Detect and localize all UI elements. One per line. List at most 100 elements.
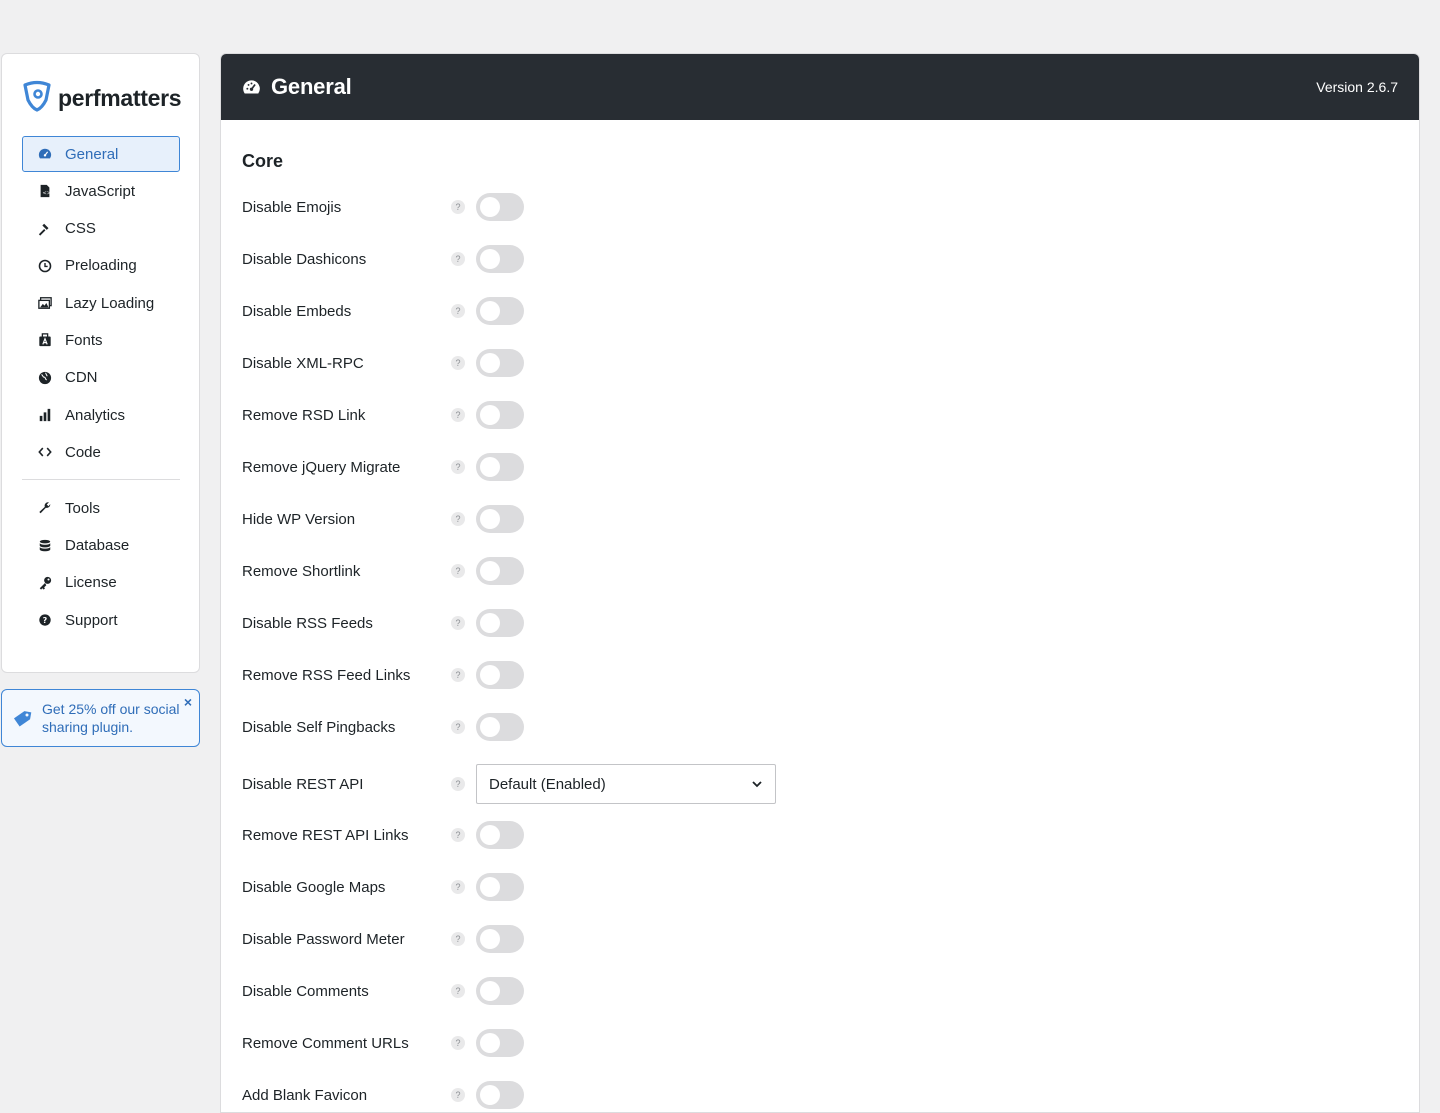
sidebar-item-general[interactable]: General [22, 136, 180, 172]
setting-toggle[interactable] [476, 297, 524, 325]
setting-row: Disable Password Meter? [242, 924, 1002, 954]
dashboard-icon [242, 78, 261, 97]
setting-toggle[interactable] [476, 401, 524, 429]
help-icon[interactable]: ? [451, 720, 465, 734]
code-icon [38, 445, 52, 459]
sidebar-item-label: General [65, 145, 119, 163]
setting-toggle[interactable] [476, 925, 524, 953]
globe-icon [38, 371, 52, 385]
setting-toggle[interactable] [476, 349, 524, 377]
toggle-knob [480, 353, 500, 373]
setting-toggle[interactable] [476, 977, 524, 1005]
toggle-knob [480, 1033, 500, 1053]
sidebar-item-support[interactable]: ? Support [22, 602, 180, 638]
toggle-knob [480, 197, 500, 217]
setting-row: Remove Shortlink? [242, 556, 1002, 586]
setting-toggle[interactable] [476, 661, 524, 689]
sidebar-item-code[interactable]: Code [22, 434, 180, 470]
setting-toggle[interactable] [476, 821, 524, 849]
section-title: Core [242, 151, 284, 171]
toggle-knob [480, 877, 500, 897]
setting-toggle[interactable] [476, 453, 524, 481]
setting-row: Disable Self Pingbacks? [242, 712, 1002, 742]
sidebar-item-css[interactable]: CSS [22, 211, 180, 247]
sidebar-item-label: CSS [65, 220, 96, 238]
setting-row: Disable XML-RPC? [242, 348, 1002, 378]
toggle-knob [480, 717, 500, 737]
help-icon[interactable]: ? [451, 252, 465, 266]
js-file-icon: <> [38, 184, 52, 198]
help-icon[interactable]: ? [451, 356, 465, 370]
setting-toggle[interactable] [476, 1029, 524, 1057]
logo[interactable]: perfmatters [22, 80, 182, 117]
rest-api-select[interactable]: Default (Enabled) [476, 764, 776, 804]
sidebar-item-label: Preloading [65, 257, 137, 275]
setting-toggle[interactable] [476, 873, 524, 901]
help-icon[interactable]: ? [451, 408, 465, 422]
setting-label: Remove Comment URLs [242, 1034, 409, 1052]
sidebar-item-label: Tools [65, 499, 101, 517]
sidebar-item-label: JavaScript [65, 182, 136, 200]
setting-row: Remove RSS Feed Links? [242, 660, 1002, 690]
setting-toggle[interactable] [476, 557, 524, 585]
promo-text: Get 25% off our social sharing plugin. [42, 701, 180, 735]
sidebar-item-lazy-loading[interactable]: Lazy Loading [22, 285, 180, 321]
help-icon[interactable]: ? [451, 777, 465, 791]
page-title: General [271, 74, 352, 99]
svg-text:?: ? [43, 616, 48, 625]
panel-header: General Version 2.6.7 [221, 54, 1419, 120]
help-icon[interactable]: ? [451, 828, 465, 842]
sidebar-item-cdn[interactable]: CDN [22, 360, 180, 396]
sidebar-item-label: Analytics [65, 406, 126, 424]
help-icon[interactable]: ? [451, 984, 465, 998]
setting-row: Remove RSD Link? [242, 400, 1002, 430]
setting-toggle[interactable] [476, 193, 524, 221]
sidebar-item-javascript[interactable]: <> JavaScript [22, 173, 180, 209]
setting-label: Disable Self Pingbacks [242, 718, 396, 736]
sidebar-item-label: Fonts [65, 331, 103, 349]
sidebar: perfmatters General <> JavaScript CSS Pr… [1, 53, 200, 673]
toggle-knob [480, 665, 500, 685]
setting-label: Disable Google Maps [242, 878, 386, 896]
setting-toggle[interactable] [476, 713, 524, 741]
database-icon [38, 539, 52, 553]
close-icon[interactable]: × [184, 693, 192, 711]
sidebar-item-database[interactable]: Database [22, 528, 180, 564]
help-icon[interactable]: ? [451, 668, 465, 682]
setting-toggle[interactable] [476, 1081, 524, 1109]
help-icon[interactable]: ? [451, 616, 465, 630]
images-icon [38, 296, 52, 310]
toggle-knob [480, 929, 500, 949]
help-icon[interactable]: ? [451, 1036, 465, 1050]
sidebar-item-analytics[interactable]: Analytics [22, 397, 180, 433]
setting-row: Add Blank Favicon? [242, 1080, 1002, 1110]
toggle-knob [480, 405, 500, 425]
help-icon[interactable]: ? [451, 880, 465, 894]
toggle-knob [480, 981, 500, 1001]
help-icon[interactable]: ? [451, 512, 465, 526]
setting-toggle[interactable] [476, 609, 524, 637]
help-icon[interactable]: ? [451, 564, 465, 578]
setting-row: Disable Dashicons? [242, 244, 1002, 274]
promo-banner[interactable]: Get 25% off our social sharing plugin. × [1, 689, 200, 747]
setting-row: Disable Emojis? [242, 192, 1002, 222]
setting-toggle[interactable] [476, 245, 524, 273]
help-icon[interactable]: ? [451, 460, 465, 474]
sidebar-item-label: License [65, 574, 117, 592]
help-icon[interactable]: ? [451, 304, 465, 318]
help-icon[interactable]: ? [451, 200, 465, 214]
help-icon[interactable]: ? [451, 932, 465, 946]
sidebar-item-preloading[interactable]: Preloading [22, 248, 180, 284]
sidebar-item-license[interactable]: License [22, 565, 180, 601]
sidebar-item-fonts[interactable]: Fonts [22, 322, 180, 358]
tag-icon [13, 709, 33, 729]
setting-row: Remove jQuery Migrate? [242, 452, 1002, 482]
sidebar-item-label: Code [65, 443, 101, 461]
sidebar-item-tools[interactable]: Tools [22, 490, 180, 526]
sidebar-item-label: Database [65, 537, 130, 555]
toggle-knob [480, 1085, 500, 1105]
brand-name: perfmatters [58, 85, 182, 111]
sidebar-item-label: Support [65, 611, 118, 629]
setting-toggle[interactable] [476, 505, 524, 533]
setting-label: Remove jQuery Migrate [242, 458, 401, 476]
